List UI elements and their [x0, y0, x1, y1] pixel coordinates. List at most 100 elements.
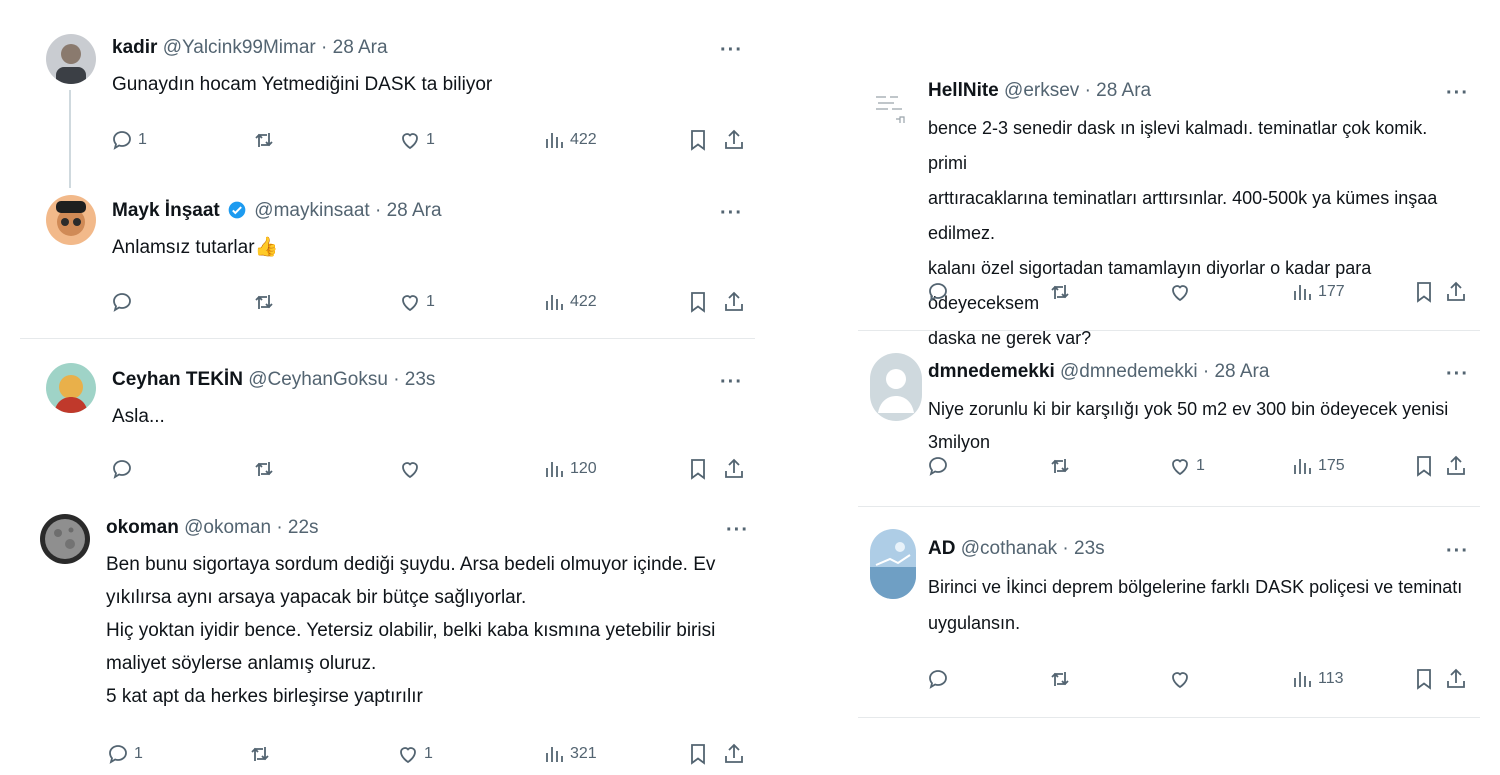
user-name[interactable]: AD	[928, 538, 955, 559]
reply-button[interactable]	[110, 287, 138, 317]
like-button[interactable]: 1	[398, 125, 435, 155]
user-name[interactable]: kadir	[112, 37, 157, 58]
reply-icon	[929, 457, 947, 476]
user-handle[interactable]: @maykinsaat	[254, 200, 369, 221]
retweet-icon	[1051, 672, 1069, 686]
tweet-text-line: Birinci ve İkinci deprem bölgelerine far…	[928, 577, 1463, 597]
like-button[interactable]: 1	[396, 739, 433, 769]
tweet-okoman[interactable]: okoman @okoman · 22s ··· Ben bunu sigort…	[0, 494, 760, 774]
like-button[interactable]: 1	[398, 287, 435, 317]
tweet-ad[interactable]: AD @cothanak · 23s ··· Birinci ve İkinci…	[858, 507, 1480, 717]
tweet-time[interactable]: 28 Ara	[1096, 80, 1151, 101]
tweet-header: dmnedemekki @dmnedemekki · 28 Ara	[928, 360, 1269, 384]
share-button[interactable]	[722, 454, 746, 484]
avatar-dmnedemekki[interactable]	[870, 353, 922, 421]
tweet-text-line: Anlamsız tutarlar👍	[112, 237, 279, 258]
user-name[interactable]: Ceyhan TEKİN	[112, 369, 243, 390]
like-icon	[1172, 285, 1188, 302]
bookmark-button[interactable]	[1412, 664, 1436, 694]
more-options-icon[interactable]: ···	[720, 40, 743, 60]
right-replies-panel: HellNite @erksev · 28 Ara ··· bence 2-3 …	[858, 55, 1480, 720]
avatar-okoman[interactable]	[40, 514, 90, 564]
reply-button[interactable]	[926, 451, 950, 481]
retweet-button[interactable]	[1048, 277, 1072, 307]
share-button[interactable]	[1444, 277, 1468, 307]
user-handle[interactable]: @cothanak	[961, 538, 1057, 559]
like-button[interactable]: 1	[1168, 451, 1205, 481]
user-name[interactable]: okoman	[106, 517, 179, 538]
user-name[interactable]: dmnedemekki	[928, 361, 1055, 382]
share-button[interactable]	[722, 739, 746, 769]
tweet-mayk-insaat[interactable]: Mayk İnşaat @maykinsaat · 28 Ara ··· Anl…	[20, 173, 755, 338]
bookmark-button[interactable]	[686, 739, 710, 769]
retweet-button[interactable]	[1048, 451, 1072, 481]
user-name[interactable]: Mayk İnşaat	[112, 200, 220, 221]
avatar-mayk-insaat[interactable]	[46, 195, 96, 245]
views-button[interactable]: 175	[1290, 451, 1345, 481]
bookmark-button[interactable]	[686, 454, 710, 484]
reply-button[interactable]: 1	[110, 125, 147, 155]
views-button[interactable]: 422	[542, 125, 597, 155]
retweet-button[interactable]	[248, 739, 272, 769]
tweet-actions: 1 175	[926, 451, 1466, 481]
more-options-icon[interactable]: ···	[720, 203, 743, 223]
more-options-icon[interactable]: ···	[726, 520, 749, 540]
more-options-icon[interactable]: ···	[720, 372, 743, 392]
tweet-time[interactable]: 22s	[288, 517, 319, 538]
share-icon	[1447, 668, 1465, 688]
tweet-actions: 1 422	[110, 287, 750, 317]
avatar-hellnite[interactable]	[870, 83, 920, 133]
share-button[interactable]	[1444, 664, 1468, 694]
share-button[interactable]	[1444, 451, 1468, 481]
views-button[interactable]: 321	[542, 739, 597, 769]
avatar-ad[interactable]	[870, 529, 916, 599]
reply-button[interactable]	[926, 664, 950, 694]
bookmark-button[interactable]	[1412, 277, 1436, 307]
user-handle[interactable]: @erksev	[1004, 80, 1079, 101]
tweet-time[interactable]: 28 Ara	[1214, 361, 1269, 382]
tweet-text: Birinci ve İkinci deprem bölgelerine far…	[928, 569, 1468, 641]
more-options-icon[interactable]: ···	[1446, 541, 1469, 561]
share-button[interactable]	[722, 287, 746, 317]
retweet-button[interactable]	[252, 287, 276, 317]
views-button[interactable]: 120	[542, 454, 597, 484]
tweet-time[interactable]: 28 Ara	[333, 37, 388, 58]
tweet-ceyhan-tekin[interactable]: Ceyhan TEKİN @CeyhanGoksu · 23s ··· Asla…	[20, 339, 755, 494]
tweet-time[interactable]: 23s	[1074, 538, 1105, 559]
user-name[interactable]: HellNite	[928, 80, 999, 101]
tweet-kadir[interactable]: kadir @Yalcink99Mimar · 28 Ara ··· Gunay…	[20, 8, 755, 188]
user-handle[interactable]: @CeyhanGoksu	[248, 369, 388, 390]
like-button[interactable]	[1168, 277, 1192, 307]
retweet-button[interactable]	[252, 454, 276, 484]
reply-icon	[109, 745, 127, 764]
bookmark-button[interactable]	[686, 125, 710, 155]
user-handle[interactable]: @dmnedemekki	[1060, 361, 1198, 382]
bookmark-button[interactable]	[686, 287, 710, 317]
reply-button[interactable]	[926, 277, 950, 307]
views-button[interactable]: 113	[1290, 664, 1344, 694]
share-icon	[1447, 281, 1465, 301]
reply-button[interactable]: 1	[106, 739, 143, 769]
user-handle[interactable]: @Yalcink99Mimar	[163, 37, 316, 58]
avatar-kadir[interactable]	[46, 34, 96, 84]
views-button[interactable]: 422	[542, 287, 597, 317]
user-handle[interactable]: @okoman	[184, 517, 271, 538]
tweet-text: Anlamsız tutarlar👍	[112, 231, 732, 264]
retweet-button[interactable]	[1048, 664, 1072, 694]
tweet-text: Niye zorunlu ki bir karşılığı yok 50 m2 …	[928, 393, 1473, 459]
tweet-time[interactable]: 23s	[405, 369, 436, 390]
more-options-icon[interactable]: ···	[1446, 364, 1469, 384]
avatar-ceyhan-tekin[interactable]	[46, 363, 96, 413]
share-button[interactable]	[722, 125, 746, 155]
like-button[interactable]	[1168, 664, 1192, 694]
tweet-dmnedemekki[interactable]: dmnedemekki @dmnedemekki · 28 Ara ··· Ni…	[858, 331, 1480, 506]
bookmark-button[interactable]	[1412, 451, 1436, 481]
like-button[interactable]	[398, 454, 422, 484]
reply-button[interactable]	[110, 454, 134, 484]
tweet-time[interactable]: 28 Ara	[387, 200, 442, 221]
views-button[interactable]: 177	[1290, 277, 1345, 307]
tweet-text: Asla...	[112, 400, 732, 433]
tweet-hellnite[interactable]: HellNite @erksev · 28 Ara ··· bence 2-3 …	[858, 55, 1480, 348]
more-options-icon[interactable]: ···	[1446, 83, 1469, 103]
retweet-button[interactable]	[252, 125, 276, 155]
